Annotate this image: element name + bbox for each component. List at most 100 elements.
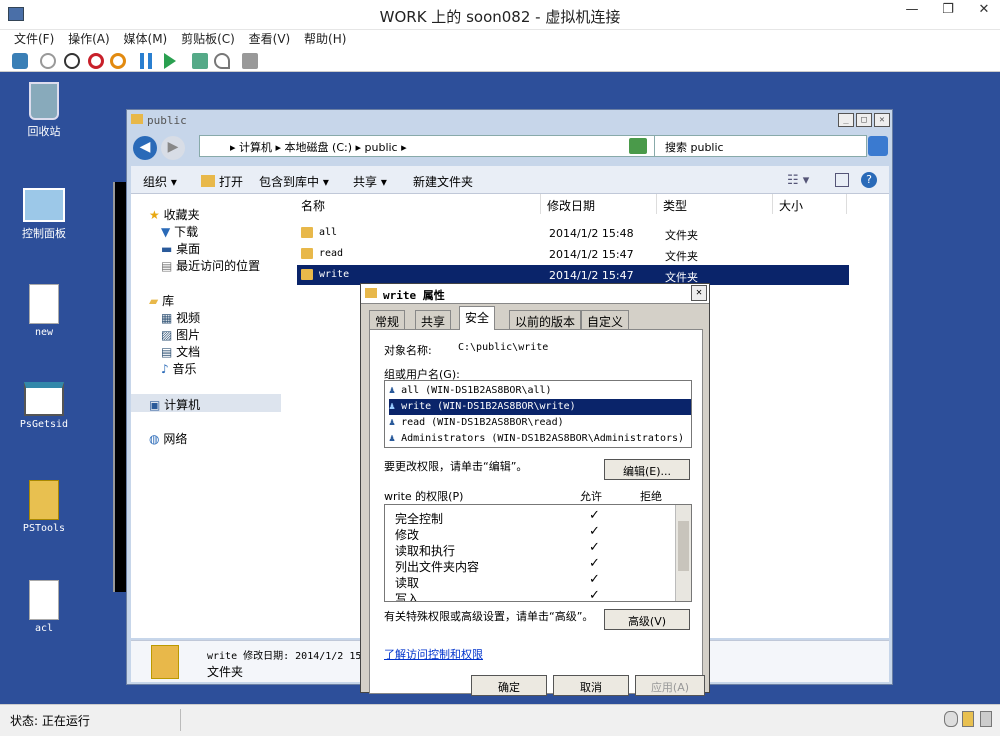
file-row-all[interactable]: all 2014/1/2 15:48 文件夹 <box>297 223 849 243</box>
share-button[interactable]: 共享 ▾ <box>353 173 387 190</box>
desktop-icon-label: acl <box>34 623 54 634</box>
allow-check-icon: ✓ <box>589 572 600 587</box>
new-folder-button[interactable]: 新建文件夹 <box>413 173 473 190</box>
address-path: ▸ 计算机 ▸ 本地磁盘 (C:) ▸ public ▸ <box>230 141 407 154</box>
cancel-button[interactable]: 取消 <box>553 675 629 696</box>
group-item-read[interactable]: ♟ read (WIN-DS1B2AS8BOR\read) <box>389 415 564 431</box>
user-icon: ♟ <box>389 417 396 428</box>
pause-icon[interactable] <box>140 53 152 69</box>
help-icon[interactable]: ? <box>861 172 877 188</box>
back-button[interactable]: ◀ <box>133 136 157 160</box>
desktop-icon-psgetsid[interactable]: PsGetsid <box>14 382 74 430</box>
search-icon[interactable] <box>868 136 888 156</box>
nav-pictures[interactable]: ▨ 图片 <box>161 326 200 343</box>
desktop-icon-recycle-bin[interactable]: 回收站 <box>14 82 74 139</box>
desktop-icon-acl[interactable]: acl <box>14 580 74 634</box>
perm-write: 写入 <box>395 592 420 602</box>
nav-computer[interactable]: ▣ 计算机 <box>131 394 281 412</box>
ok-button[interactable]: 确定 <box>471 675 547 696</box>
groups-list[interactable]: ♟ all (WIN-DS1B2AS8BOR\all) ♟ write (WIN… <box>384 380 692 448</box>
search-input[interactable]: 搜索 public <box>654 135 867 157</box>
vm-status-bar: 状态: 正在运行 <box>0 704 1000 736</box>
restore-button[interactable]: ❐ <box>930 0 966 22</box>
start-icon[interactable] <box>40 53 56 69</box>
menu-view[interactable]: 查看(V) <box>249 30 291 48</box>
col-date[interactable]: 修改日期 <box>541 194 657 214</box>
nav-desktop[interactable]: ▬ 桌面 <box>161 240 200 257</box>
group-item-administrators[interactable]: ♟ Administrators (WIN-DS1B2AS8BOR\Admini… <box>389 431 684 447</box>
group-item-write[interactable]: ♟ write (WIN-DS1B2AS8BOR\write) <box>389 399 691 415</box>
apply-button[interactable]: 应用(A) <box>635 675 705 696</box>
ex-maximize-button[interactable]: □ <box>856 113 872 127</box>
deny-header: 拒绝 <box>640 490 662 503</box>
enhanced-session-icon[interactable] <box>242 53 258 69</box>
text-file-icon <box>29 284 59 324</box>
resume-icon[interactable] <box>164 53 176 69</box>
col-size[interactable]: 大小 <box>773 194 847 214</box>
properties-close-button[interactable]: ✕ <box>691 285 707 301</box>
turn-off-icon[interactable] <box>64 53 80 69</box>
user-icon: ♟ <box>389 401 396 412</box>
file-row-write[interactable]: write 2014/1/2 15:47 文件夹 <box>297 265 849 285</box>
video-icon: ▦ <box>161 311 173 325</box>
organize-button[interactable]: 组织 ▾ <box>143 173 177 190</box>
ex-minimize-button[interactable]: _ <box>838 113 854 127</box>
tab-security[interactable]: 安全 <box>459 306 496 330</box>
nav-libraries[interactable]: ▰ 库 <box>149 292 174 309</box>
nav-network[interactable]: ◍ 网络 <box>149 430 187 447</box>
nav-music[interactable]: ♪ 音乐 <box>161 360 197 377</box>
checkpoint-icon[interactable] <box>192 53 208 69</box>
menu-clipboard[interactable]: 剪贴板(C) <box>181 30 235 48</box>
allow-check-icon: ✓ <box>589 556 600 571</box>
tab-previous-versions[interactable]: 以前的版本 <box>509 310 582 329</box>
nav-favorites[interactable]: ★ 收藏夹 <box>149 206 200 223</box>
nav-downloads[interactable]: ▼ 下载 <box>161 223 198 240</box>
tab-general[interactable]: 常规 <box>369 310 406 329</box>
preview-pane-icon[interactable] <box>835 173 849 187</box>
menu-file[interactable]: 文件(F) <box>14 30 54 48</box>
view-options-icon[interactable]: ☷ ▾ <box>787 173 809 188</box>
desktop-icon-label: new <box>34 327 54 338</box>
edit-button[interactable]: 编辑(E)... <box>604 459 690 480</box>
minimize-button[interactable]: — <box>894 0 930 22</box>
revert-icon[interactable] <box>214 53 230 69</box>
col-name[interactable]: 名称 <box>281 194 541 214</box>
group-item-all[interactable]: ♟ all (WIN-DS1B2AS8BOR\all) <box>389 383 552 399</box>
desktop-icon-pstools[interactable]: PSTools <box>14 480 74 534</box>
properties-title: write 属性 <box>383 289 445 302</box>
desktop-icon-control-panel[interactable]: 控制面板 <box>14 188 74 241</box>
control-panel-icon <box>23 188 65 222</box>
menu-media[interactable]: 媒体(M) <box>124 30 168 48</box>
nav-recent[interactable]: ▤ 最近访问的位置 <box>161 257 260 274</box>
include-in-library-button[interactable]: 包含到库中 ▾ <box>259 173 329 190</box>
menu-help[interactable]: 帮助(H) <box>304 30 346 48</box>
ctrl-alt-del-icon[interactable] <box>12 53 28 69</box>
desktop-icon: ▬ <box>161 242 173 256</box>
advanced-button[interactable]: 高级(V) <box>604 609 690 630</box>
menu-action[interactable]: 操作(A) <box>68 30 110 48</box>
desktop-icon-new[interactable]: new <box>14 284 74 338</box>
scroll-thumb[interactable] <box>678 521 689 571</box>
key-icon <box>980 711 992 727</box>
perm-list-folder: 列出文件夹内容 <box>395 560 480 574</box>
ex-close-button[interactable]: ✕ <box>874 113 890 127</box>
close-button[interactable]: ✕ <box>966 0 1000 22</box>
shutdown-icon[interactable] <box>88 53 104 69</box>
music-icon: ♪ <box>161 362 169 376</box>
power-icon[interactable] <box>110 53 126 69</box>
perm-full-control: 完全控制 <box>395 512 444 526</box>
tab-customize[interactable]: 自定义 <box>581 310 630 329</box>
folder-icon <box>301 269 313 280</box>
permissions-scrollbar[interactable] <box>675 505 691 601</box>
forward-button[interactable]: ▶ <box>161 136 185 160</box>
perm-read-execute: 读取和执行 <box>395 544 456 558</box>
open-button[interactable]: 打开 <box>219 173 243 190</box>
learn-access-control-link[interactable]: 了解访问控制和权限 <box>384 646 483 662</box>
file-row-read[interactable]: read 2014/1/2 15:47 文件夹 <box>297 244 849 264</box>
col-type[interactable]: 类型 <box>657 194 773 214</box>
folder-icon <box>365 288 377 298</box>
refresh-icon[interactable] <box>629 138 647 154</box>
nav-videos[interactable]: ▦ 视频 <box>161 309 200 326</box>
tab-sharing[interactable]: 共享 <box>415 310 452 329</box>
nav-documents[interactable]: ▤ 文档 <box>161 343 200 360</box>
